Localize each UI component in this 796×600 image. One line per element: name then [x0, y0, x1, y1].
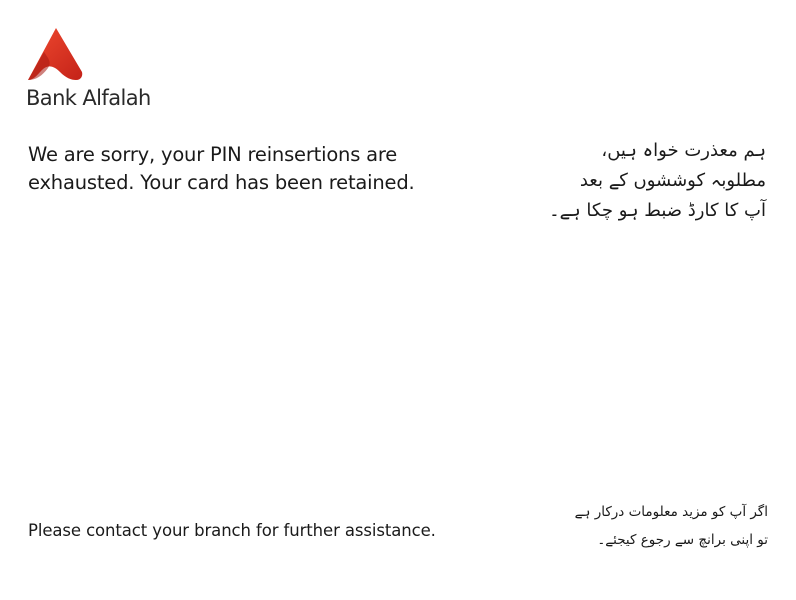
contact-branch-message-english: Please contact your branch for further a…: [28, 521, 436, 540]
bank-logo: Bank Alfalah: [26, 26, 166, 116]
retained-card-message-urdu: ہم معذرت خواہ ہیں، مطلوبہ کوششوں کے بعد …: [506, 136, 766, 226]
urdu-line: ہم معذرت خواہ ہیں،: [601, 140, 766, 161]
urdu-line: مطلوبہ کوششوں کے بعد: [579, 170, 766, 191]
bank-alfalah-logo-icon: [28, 28, 83, 80]
urdu-footer-line: تو اپنی برانچ سے رجوع کیجئے۔: [597, 532, 768, 548]
urdu-footer-line: اگر آپ کو مزید معلومات درکار ہے: [574, 504, 768, 520]
brand-name: Bank Alfalah: [26, 86, 151, 110]
urdu-line: آپ کا کارڈ ضبط ہو چکا ہے۔: [549, 200, 766, 221]
contact-branch-message-urdu: اگر آپ کو مزید معلومات درکار ہے تو اپنی …: [528, 498, 768, 554]
retained-card-message-english: We are sorry, your PIN reinsertions are …: [28, 143, 415, 194]
